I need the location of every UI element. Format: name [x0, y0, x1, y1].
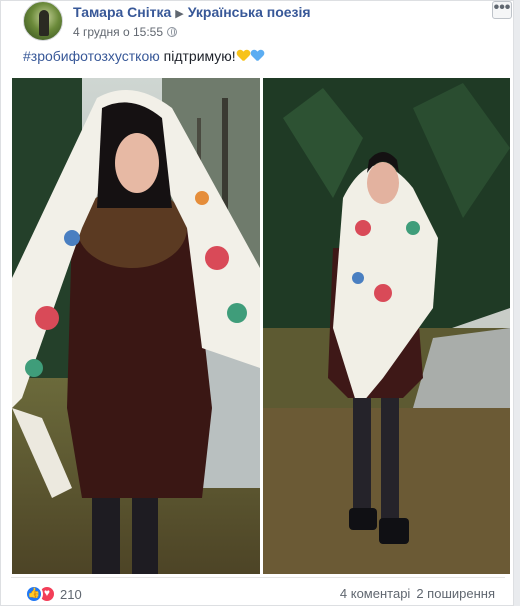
group-name-link[interactable]: Українська поезія [188, 4, 311, 20]
footer-divider [11, 577, 505, 578]
post-message: підтримую! [159, 48, 236, 64]
timestamp-link[interactable]: 4 грудня о 15:55 [73, 25, 163, 39]
post-header: Тамара Снітка ▶ Українська поезія 4 грудня… [11, 0, 512, 45]
post-text: #зробифотозхусткою підтримую! [23, 48, 264, 64]
reactions-summary[interactable]: 👍 ♥ 210 [25, 585, 82, 603]
post-photo-1[interactable] [12, 78, 260, 574]
post-stats: 4 коментарі 2 поширення [340, 586, 495, 601]
author-avatar[interactable] [23, 1, 63, 41]
post-time-line: 4 грудня о 15:55 [73, 25, 178, 39]
photo-1-image [12, 78, 260, 574]
blue-heart-icon [251, 50, 264, 63]
reaction-count: 210 [60, 586, 82, 602]
author-name-link[interactable]: Тамара Снітка [73, 4, 171, 20]
post-photo-2[interactable] [263, 78, 510, 574]
photo-2-image [263, 78, 510, 574]
comments-count-link[interactable]: 4 коментарі [340, 586, 410, 601]
more-options-button[interactable]: ••• [492, 0, 512, 19]
shares-count-link[interactable]: 2 поширення [416, 586, 495, 601]
arrow-right-icon: ▶ [175, 8, 184, 20]
globe-icon [167, 27, 178, 37]
like-reaction-icon: 👍 [25, 585, 43, 603]
hashtag-link[interactable]: #зробифотозхусткою [23, 48, 160, 64]
post-card: Тамара Снітка ▶ Українська поезія 4 грудня… [0, 0, 514, 606]
author-line: Тамара Снітка ▶ Українська поезія [73, 4, 311, 20]
yellow-heart-icon [237, 50, 250, 63]
